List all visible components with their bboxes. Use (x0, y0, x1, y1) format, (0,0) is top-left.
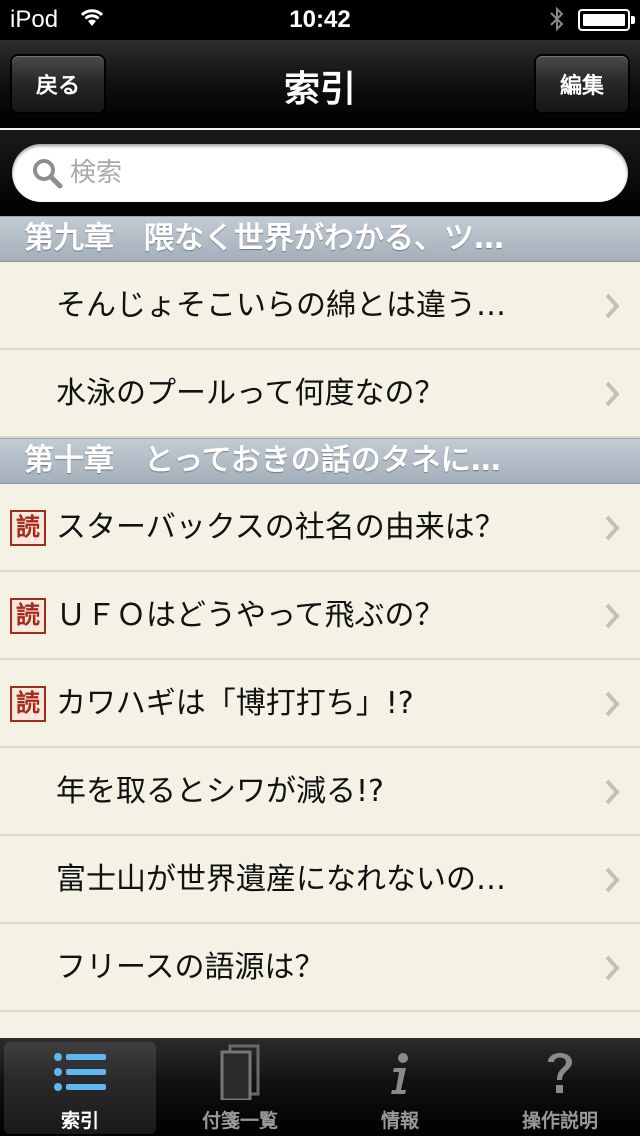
list-item-label: そんじょそこいらの綿とは違う… (56, 288, 506, 323)
read-badge-icon: 読 (10, 598, 46, 634)
tab-index[interactable]: 索引 (4, 1042, 156, 1134)
chevron-right-icon (605, 867, 620, 893)
tab-help[interactable]: 操作説明 (484, 1042, 636, 1134)
chevron-right-icon (605, 691, 620, 717)
list-item[interactable]: 読 ＵＦＯはどうやって飛ぶの？ (0, 572, 640, 660)
edit-button[interactable]: 編集 (534, 54, 630, 114)
list-item-label: カワハギは「博打打ち」!? (56, 686, 414, 721)
list-item[interactable] (0, 1012, 640, 1038)
search-input[interactable] (70, 152, 610, 194)
section-header-chapter-9: 第九章 隈なく世界がわかる、ツ… (0, 216, 640, 262)
list-item[interactable]: フリースの語源は？ (0, 924, 640, 1012)
tab-info[interactable]: 情報 (324, 1042, 476, 1134)
list-item-label: 水泳のプールって何度なの？ (56, 376, 445, 411)
search-field[interactable] (12, 144, 628, 202)
help-icon (548, 1053, 572, 1093)
status-bar: iPod 10:42 (0, 0, 640, 40)
list-item[interactable]: 読 スターバックスの社名の由来は？ (0, 484, 640, 572)
list-item-label: スターバックスの社名の由来は？ (56, 510, 505, 545)
read-badge-icon: 読 (10, 510, 46, 546)
list-icon (54, 1053, 106, 1091)
list-item-label: 年を取るとシワが減る!? (56, 774, 384, 809)
navigation-bar: 戻る 索引 編集 (0, 40, 640, 128)
chevron-right-icon (605, 603, 620, 629)
tab-label: 操作説明 (521, 1110, 598, 1132)
index-list: 第九章 隈なく世界がわかる、ツ… そんじょそこいらの綿とは違う… 水泳のプールっ… (0, 216, 640, 1038)
chevron-right-icon (605, 779, 620, 805)
tab-notes[interactable]: 付箋一覧 (164, 1042, 316, 1134)
chevron-right-icon (605, 381, 620, 407)
list-item-label: 富士山が世界遺産になれないの… (56, 862, 506, 897)
bluetooth-icon (550, 6, 564, 32)
battery-icon (578, 9, 635, 31)
tab-label: 情報 (380, 1110, 419, 1132)
read-badge-icon: 読 (10, 686, 46, 722)
list-item-label: フリースの語源は？ (56, 950, 325, 985)
list-item[interactable]: 富士山が世界遺産になれないの… (0, 836, 640, 924)
list-item[interactable]: 水泳のプールって何度なの？ (0, 350, 640, 438)
tab-label: 付箋一覧 (201, 1110, 278, 1132)
tab-label: 索引 (60, 1110, 99, 1132)
clock: 10:42 (289, 6, 351, 33)
chevron-right-icon (605, 955, 620, 981)
list-item[interactable]: 年を取るとシワが減る!? (0, 748, 640, 836)
section-header-chapter-10: 第十章 とっておきの話のタネに… (0, 438, 640, 484)
list-item[interactable]: そんじょそこいらの綿とは違う… (0, 262, 640, 350)
tab-bar: 索引 付箋一覧 情報 操作説明 (0, 1038, 640, 1136)
search-icon (33, 159, 63, 189)
list-item-label: ＵＦＯはどうやって飛ぶの？ (56, 598, 445, 633)
chevron-right-icon (605, 293, 620, 319)
list-item[interactable]: 読 カワハギは「博打打ち」!? (0, 660, 640, 748)
search-bar (0, 130, 640, 216)
notes-icon (220, 1044, 260, 1100)
info-icon (391, 1053, 408, 1094)
chevron-right-icon (605, 515, 620, 541)
